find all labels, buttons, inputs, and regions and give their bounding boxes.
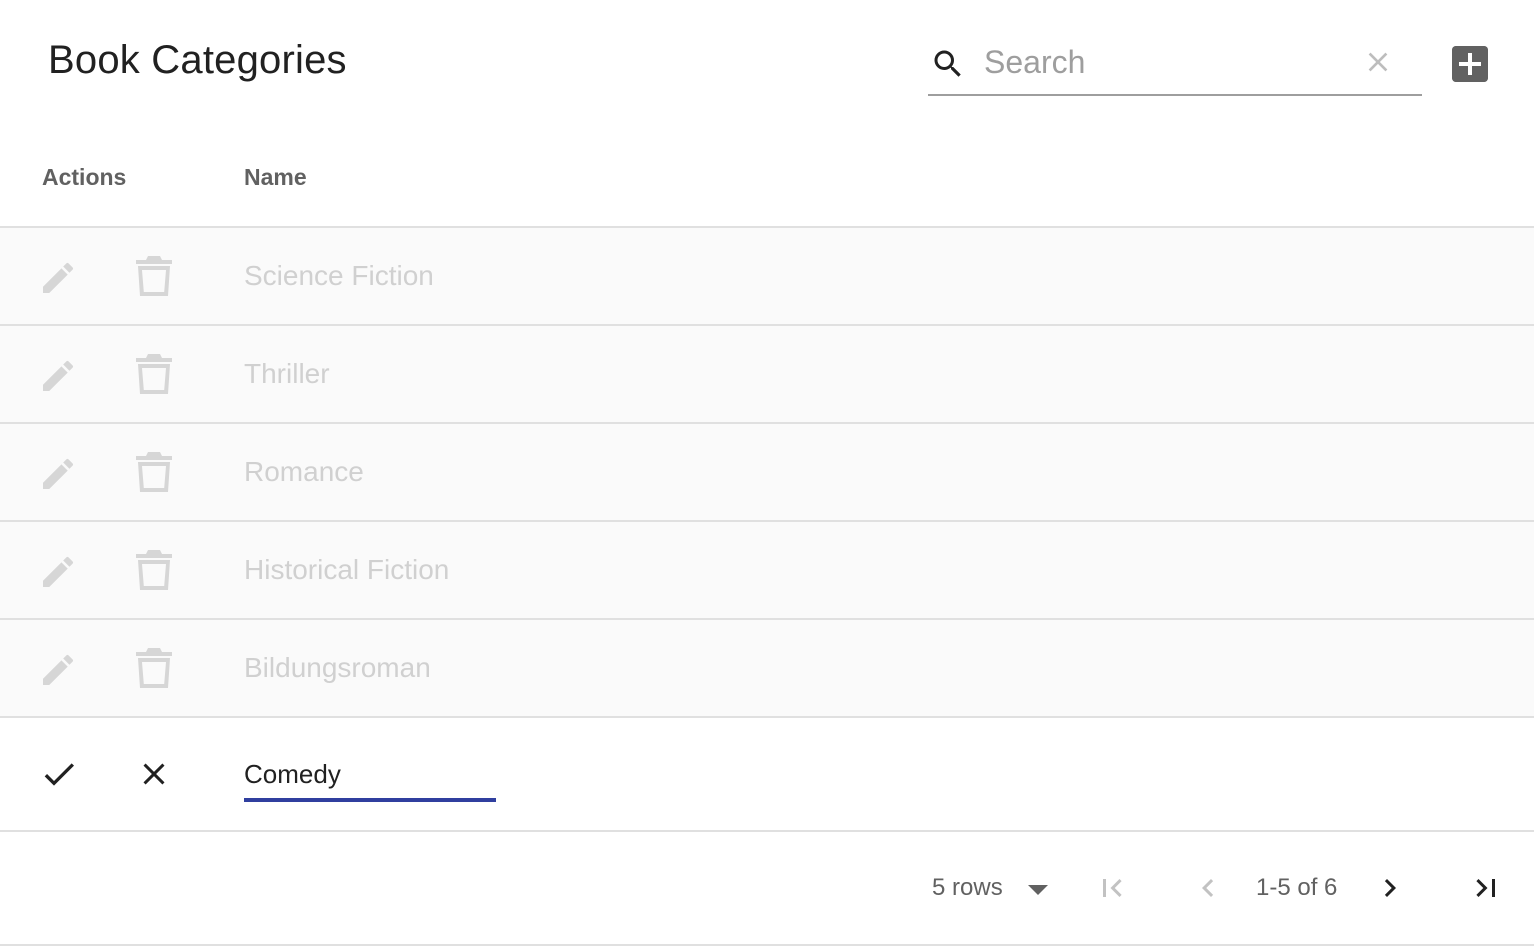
pencil-icon[interactable] bbox=[38, 552, 78, 592]
close-icon[interactable] bbox=[136, 754, 172, 794]
chevron-left-icon[interactable] bbox=[1190, 870, 1226, 906]
table-row: Bildungsroman bbox=[0, 620, 1534, 718]
search-input[interactable] bbox=[984, 40, 1364, 84]
table-row: Historical Fiction bbox=[0, 522, 1534, 620]
caret-down-icon bbox=[1028, 885, 1048, 895]
pencil-icon[interactable] bbox=[38, 454, 78, 494]
last-page-icon[interactable] bbox=[1468, 870, 1504, 906]
chevron-right-icon[interactable] bbox=[1372, 870, 1408, 906]
new-row-editor bbox=[0, 718, 1534, 832]
trash-icon[interactable] bbox=[136, 648, 172, 688]
check-icon[interactable] bbox=[38, 754, 80, 794]
first-page-icon[interactable] bbox=[1094, 870, 1130, 906]
trash-icon[interactable] bbox=[136, 452, 172, 492]
category-name: Romance bbox=[244, 456, 364, 487]
add-row-button[interactable] bbox=[1452, 46, 1488, 82]
search-box bbox=[928, 30, 1422, 96]
name-field bbox=[244, 754, 496, 802]
name-input[interactable] bbox=[244, 754, 496, 794]
book-categories-table: Book Categories Actions Name Science Fic… bbox=[0, 0, 1534, 946]
pencil-icon[interactable] bbox=[38, 356, 78, 396]
category-name: Bildungsroman bbox=[244, 652, 431, 683]
table-row: Romance bbox=[0, 424, 1534, 522]
column-header-actions: Actions bbox=[42, 164, 127, 190]
category-name: Thriller bbox=[244, 358, 330, 389]
category-name: Science Fiction bbox=[244, 260, 434, 291]
category-name: Historical Fiction bbox=[244, 554, 450, 585]
page-title: Book Categories bbox=[48, 38, 347, 82]
table-header: Actions Name bbox=[0, 128, 1534, 228]
trash-icon[interactable] bbox=[136, 256, 172, 296]
table-row: Thriller bbox=[0, 326, 1534, 424]
pencil-icon[interactable] bbox=[38, 650, 78, 690]
trash-icon[interactable] bbox=[136, 354, 172, 394]
pencil-icon[interactable] bbox=[38, 258, 78, 298]
search-icon bbox=[934, 50, 961, 77]
trash-icon[interactable] bbox=[136, 550, 172, 590]
column-header-name: Name bbox=[244, 164, 307, 190]
table-row: Science Fiction bbox=[0, 228, 1534, 326]
rows-per-page-select[interactable]: 5 rows bbox=[932, 872, 1052, 908]
pagination: 5 rows 1-5 of 6 bbox=[0, 832, 1534, 946]
table-toolbar: Book Categories bbox=[0, 0, 1534, 128]
clear-search-icon[interactable] bbox=[1362, 46, 1394, 78]
rows-per-page-label: 5 rows bbox=[932, 874, 1003, 901]
page-range-label: 1-5 of 6 bbox=[1256, 874, 1338, 901]
